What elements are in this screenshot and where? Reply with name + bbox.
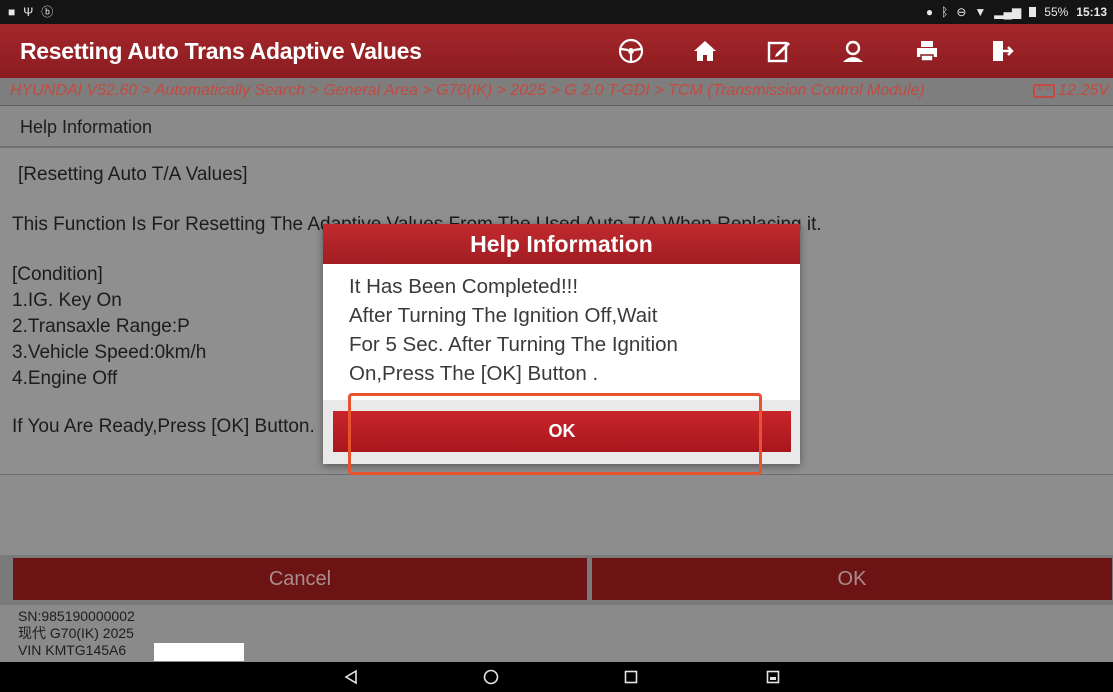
- recents-icon[interactable]: [620, 668, 642, 686]
- dialog-button-area: OK: [323, 400, 800, 464]
- battery-level: 55%: [1044, 5, 1069, 19]
- bluetooth-icon: ⓑ: [41, 5, 54, 19]
- button-bar: Cancel OK: [0, 555, 1113, 605]
- battery-icon: [1029, 7, 1037, 17]
- condition-item: 1.IG. Key On: [12, 290, 122, 311]
- car-battery-icon: [1033, 81, 1056, 98]
- section-title: Help Information: [20, 117, 153, 137]
- app-header: Resetting Auto Trans Adaptive Values: [0, 24, 1113, 78]
- vin: VIN KMTG145A6: [18, 642, 127, 658]
- exit-icon[interactable]: [983, 32, 1019, 70]
- location-icon: ●: [925, 5, 934, 19]
- empty-area: [0, 475, 1113, 555]
- breadcrumb: HYUNDAI V52.60 > Automatically Search > …: [10, 82, 925, 99]
- status-bar: ■ Ψ ⓑ ● ᛒ ⊖ ▼ ▂▄▆ 55% 15:13: [0, 0, 1113, 24]
- screenshot-icon[interactable]: [762, 668, 784, 686]
- ok-button[interactable]: OK: [592, 558, 1112, 600]
- condition-heading: [Condition]: [12, 264, 103, 285]
- steering-wheel-icon[interactable]: [613, 32, 649, 70]
- cancel-button[interactable]: Cancel: [13, 558, 587, 600]
- dialog-message-line: After Turning The Ignition Off,Wait: [349, 304, 658, 327]
- condition-item: 3.Vehicle Speed:0km/h: [12, 342, 207, 363]
- back-icon[interactable]: [340, 668, 362, 686]
- print-icon[interactable]: [909, 32, 945, 70]
- bluetooth-icon: ᛒ: [941, 5, 949, 19]
- ready-prompt: If You Are Ready,Press [OK] Button.: [12, 416, 315, 437]
- page-title: Resetting Auto Trans Adaptive Values: [20, 38, 422, 64]
- section-header: Help Information: [0, 106, 1113, 148]
- vin-redaction: [154, 643, 244, 661]
- voltage-indicator: 12.25V: [1033, 81, 1109, 100]
- usb-icon: Ψ: [23, 5, 34, 19]
- condition-item: 4.Engine Off: [12, 368, 118, 389]
- home-circle-icon[interactable]: [480, 668, 502, 686]
- home-icon[interactable]: [687, 32, 723, 70]
- navigation-bar: [0, 662, 1113, 692]
- dialog-message-line: It Has Been Completed!!!: [349, 275, 579, 298]
- signal-icon: ▂▄▆: [994, 5, 1022, 19]
- voltage-value: 12.25V: [1058, 82, 1109, 99]
- dialog-ok-button[interactable]: OK: [333, 411, 791, 452]
- clock: 15:13: [1076, 5, 1107, 19]
- image-icon: ■: [8, 5, 16, 19]
- help-dialog: Help Information It Has Been Completed!!…: [323, 224, 800, 464]
- breadcrumb-bar: HYUNDAI V52.60 > Automatically Search > …: [0, 78, 1113, 106]
- dnd-icon: ⊖: [956, 5, 967, 19]
- edit-report-icon[interactable]: [761, 32, 797, 70]
- wifi-icon: ▼: [974, 5, 987, 19]
- condition-item: 2.Transaxle Range:P: [12, 316, 190, 337]
- dialog-message: It Has Been Completed!!! After Turning T…: [349, 272, 789, 388]
- dialog-message-line: For 5 Sec. After Turning The Ignition: [349, 333, 678, 356]
- user-icon[interactable]: [835, 32, 871, 70]
- vehicle-model: 现代 G70(IK) 2025: [18, 625, 134, 641]
- help-heading: [Resetting Auto T/A Values]: [18, 164, 248, 185]
- dialog-title: Help Information: [323, 224, 800, 264]
- vehicle-info: SN:985190000002 现代 G70(IK) 2025 VIN KMTG…: [0, 605, 1113, 662]
- dialog-message-line: On,Press The [OK] Button .: [349, 362, 599, 385]
- serial-number: SN:985190000002: [18, 608, 135, 624]
